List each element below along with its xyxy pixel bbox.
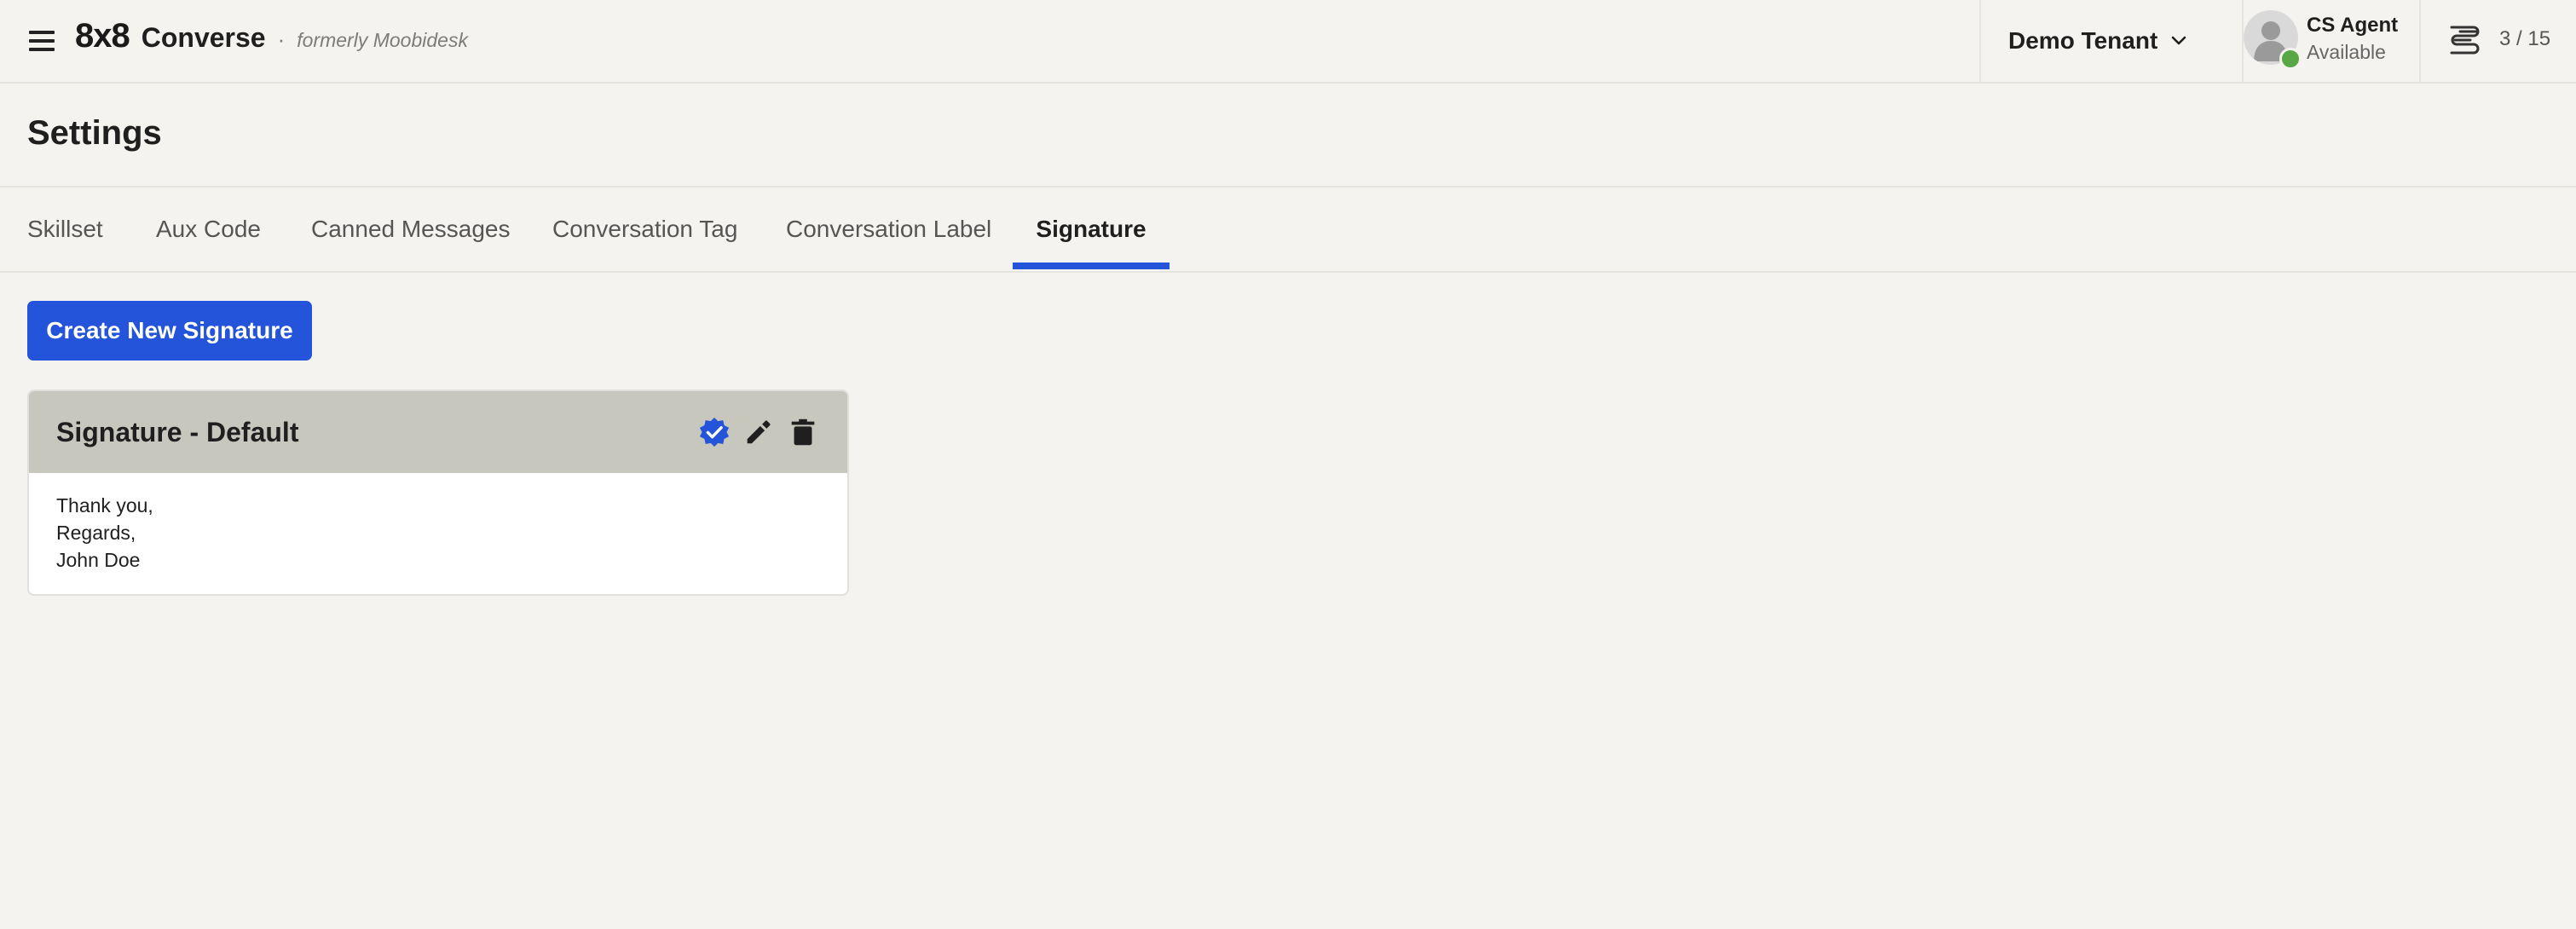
active-tab-indicator <box>1013 263 1170 269</box>
signature-content: Thank you, Regards, John Doe <box>56 492 153 574</box>
brand-formerly-text: formerly Moobidesk <box>297 29 468 51</box>
page-header: Settings <box>0 84 2576 188</box>
signature-line: John Doe <box>56 549 141 571</box>
agent-status: Available <box>2307 41 2386 63</box>
tenant-name: Demo Tenant <box>2008 27 2158 54</box>
signature-line: Regards, <box>56 522 136 544</box>
settings-tabs: Skillset Aux Code Canned Messages Conver… <box>0 188 2576 273</box>
create-new-signature-button[interactable]: Create New Signature <box>27 301 312 361</box>
tab-canned-messages[interactable]: Canned Messages <box>311 188 510 271</box>
queue-icon <box>2450 26 2480 55</box>
signature-line: Thank you, <box>56 494 153 516</box>
signature-title: Signature - Default <box>56 417 299 447</box>
brand-product-name: Converse <box>141 22 266 53</box>
signature-card-header: Signature - Default <box>29 391 847 473</box>
tenant-selector[interactable]: Demo Tenant <box>1979 0 2242 82</box>
verified-badge-icon[interactable] <box>697 415 731 449</box>
page-title: Settings <box>27 114 162 152</box>
trash-icon[interactable] <box>786 415 820 449</box>
status-indicator <box>2279 48 2302 70</box>
queue-counter[interactable] <box>2419 0 2576 82</box>
hamburger-menu-icon[interactable] <box>29 26 60 56</box>
brand-logo: 8x8 <box>75 17 130 55</box>
tab-conversation-tag[interactable]: Conversation Tag <box>552 188 737 271</box>
agent-name: CS Agent <box>2307 14 2399 37</box>
pencil-icon[interactable] <box>742 415 776 449</box>
brand-separator: · <box>277 26 286 52</box>
queue-count: 3 / 15 <box>2499 27 2551 50</box>
avatar[interactable] <box>2244 10 2302 70</box>
tab-signature[interactable]: Signature <box>1013 188 1170 271</box>
tab-conversation-label[interactable]: Conversation Label <box>786 188 991 271</box>
tab-skillset[interactable]: Skillset <box>27 188 103 271</box>
chevron-down-icon <box>2171 36 2186 45</box>
brand: 8x8 Converse · formerly Moobidesk <box>75 17 468 65</box>
signature-card: Signature - Default Thank you, Regards, … <box>27 389 849 596</box>
tab-aux-code[interactable]: Aux Code <box>156 188 261 271</box>
